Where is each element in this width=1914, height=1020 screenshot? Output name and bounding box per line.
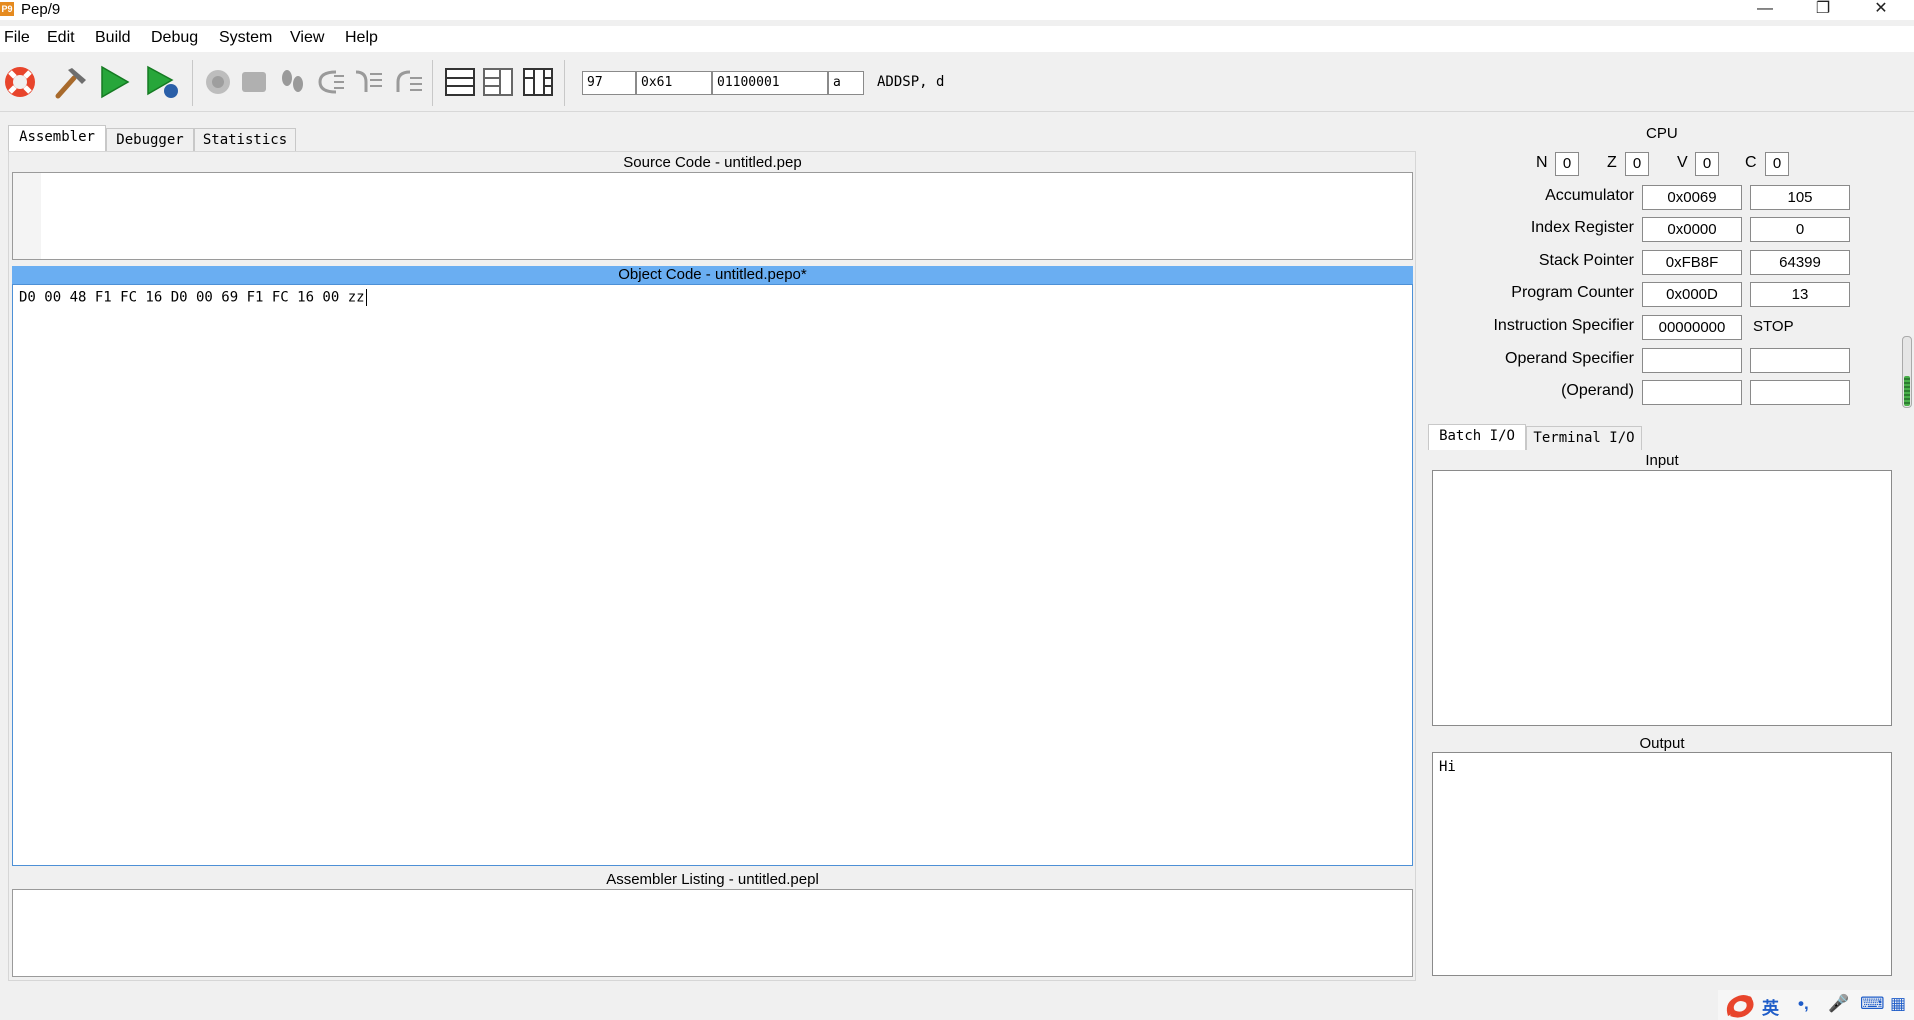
assembler-listing-title: Assembler Listing - untitled.pepl <box>606 871 819 888</box>
menu-bar: File Edit Build Debug System View Help <box>0 26 1914 52</box>
microphone-icon[interactable]: 🎤 <box>1828 994 1849 1014</box>
maximize-button[interactable]: ❐ <box>1794 0 1852 20</box>
step-over-icon[interactable] <box>312 64 348 100</box>
side-scrollbar[interactable] <box>1902 336 1912 408</box>
object-code-editor[interactable]: D0 00 48 F1 FC 16 D0 00 69 F1 FC 16 00 z… <box>12 284 1413 866</box>
index-register-dec: 0 <box>1750 217 1850 242</box>
run-icon[interactable] <box>96 64 132 100</box>
hex-converter-input[interactable]: 0x61 <box>636 71 712 95</box>
menu-debug[interactable]: Debug <box>151 29 198 47</box>
flag-c-value: 0 <box>1765 152 1789 176</box>
object-code-title: Object Code - untitled.pepo* <box>12 266 1413 284</box>
output-title: Output <box>1639 735 1685 752</box>
flag-v-value: 0 <box>1695 152 1719 176</box>
program-counter-hex: 0x000D <box>1642 282 1742 307</box>
flag-v-label: V <box>1677 154 1688 171</box>
toolbar-separator <box>192 60 193 106</box>
menu-file[interactable]: File <box>4 29 30 47</box>
operand-hex <box>1642 380 1742 405</box>
tab-debugger[interactable]: Debugger <box>106 128 194 152</box>
menu-edit[interactable]: Edit <box>47 29 75 47</box>
tab-assembler[interactable]: Assembler <box>8 125 106 151</box>
toolbar-separator <box>432 60 433 106</box>
step-into-icon[interactable] <box>350 64 386 100</box>
flag-n-label: N <box>1536 154 1548 171</box>
flag-n-value: 0 <box>1555 152 1579 176</box>
instruction-specifier-label: Instruction Specifier <box>1493 317 1634 334</box>
operand-dec <box>1750 380 1850 405</box>
build-hammer-icon[interactable] <box>52 64 88 100</box>
decimal-converter-input[interactable]: 97 <box>582 71 636 95</box>
help-lifebuoy-icon[interactable] <box>2 64 38 100</box>
stack-pointer-label: Stack Pointer <box>1538 252 1634 269</box>
text-cursor <box>365 289 367 306</box>
ime-toolbox-icon[interactable]: ▦ <box>1890 994 1906 1014</box>
toolbar <box>0 52 1914 112</box>
tab-batch-io[interactable]: Batch I/O <box>1428 424 1526 450</box>
tab-terminal-io[interactable]: Terminal I/O <box>1526 426 1642 450</box>
title-bar: P9 Pep/9 — ❐ ✕ <box>0 0 1914 20</box>
operand-specifier-dec <box>1750 348 1850 373</box>
operand-label: (Operand) <box>1561 382 1634 399</box>
instruction-mnemonic: STOP <box>1753 318 1794 335</box>
tab-statistics[interactable]: Statistics <box>194 128 296 152</box>
batch-input-area[interactable] <box>1432 470 1892 726</box>
layout-code-cpu-icon[interactable] <box>480 64 516 100</box>
operand-specifier-hex <box>1642 348 1742 373</box>
layout-code-cpu-memory-icon[interactable] <box>520 64 556 100</box>
menu-system[interactable]: System <box>219 29 272 47</box>
window-title: Pep/9 <box>21 1 61 18</box>
toolbar-separator <box>564 60 565 106</box>
menu-help[interactable]: Help <box>345 29 378 47</box>
index-register-hex: 0x0000 <box>1642 217 1742 242</box>
flag-c-label: C <box>1745 154 1757 171</box>
accumulator-label: Accumulator <box>1545 187 1634 204</box>
instruction-specifier-binary: 00000000 <box>1642 315 1742 340</box>
interrupt-icon[interactable] <box>200 64 236 100</box>
converter-mnemonic: ADDSP, d <box>877 74 945 90</box>
stack-pointer-hex: 0xFB8F <box>1642 250 1742 275</box>
side-scrollbar-thumb[interactable] <box>1904 376 1910 406</box>
char-converter-input[interactable]: a <box>828 71 864 95</box>
continue-icon[interactable] <box>236 64 272 100</box>
stack-pointer-dec: 64399 <box>1750 250 1850 275</box>
app-logo-icon: P9 <box>0 2 14 16</box>
program-counter-dec: 13 <box>1750 282 1850 307</box>
batch-output-area[interactable]: Hi <box>1432 752 1892 976</box>
input-title: Input <box>1645 452 1679 469</box>
binary-converter-input[interactable]: 01100001 <box>712 71 828 95</box>
run-debugger-icon[interactable] <box>144 64 180 100</box>
step-out-icon[interactable] <box>390 64 426 100</box>
operand-specifier-label: Operand Specifier <box>1505 350 1634 367</box>
source-code-title: Source Code - untitled.pep <box>623 154 802 171</box>
object-code-text: D0 00 48 F1 FC 16 D0 00 69 F1 FC 16 00 z… <box>19 289 365 306</box>
flag-z-label: Z <box>1607 154 1617 171</box>
ime-language-toggle[interactable]: 英 <box>1762 994 1779 1019</box>
menu-view[interactable]: View <box>290 29 324 47</box>
close-button[interactable]: ✕ <box>1852 0 1910 20</box>
layout-code-only-icon[interactable] <box>442 64 478 100</box>
single-step-icon[interactable] <box>274 64 310 100</box>
line-number-gutter <box>13 173 41 259</box>
sogou-logo-icon[interactable] <box>1722 990 1758 1020</box>
cpu-title: CPU <box>1646 125 1678 142</box>
accumulator-dec: 105 <box>1750 185 1850 210</box>
output-text: Hi <box>1439 759 1456 775</box>
keyboard-icon[interactable]: ⌨ <box>1860 994 1885 1014</box>
menu-build[interactable]: Build <box>95 29 131 47</box>
ime-toolbar: 英 •, 🎤 ⌨ ▦ <box>1718 990 1914 1020</box>
ime-punctuation-icon[interactable]: •, <box>1798 994 1809 1014</box>
source-code-editor[interactable] <box>12 172 1413 260</box>
accumulator-hex: 0x0069 <box>1642 185 1742 210</box>
minimize-button[interactable]: — <box>1736 0 1794 20</box>
index-register-label: Index Register <box>1530 219 1634 236</box>
program-counter-label: Program Counter <box>1511 284 1634 301</box>
flag-z-value: 0 <box>1625 152 1649 176</box>
assembler-listing-editor[interactable] <box>12 889 1413 977</box>
